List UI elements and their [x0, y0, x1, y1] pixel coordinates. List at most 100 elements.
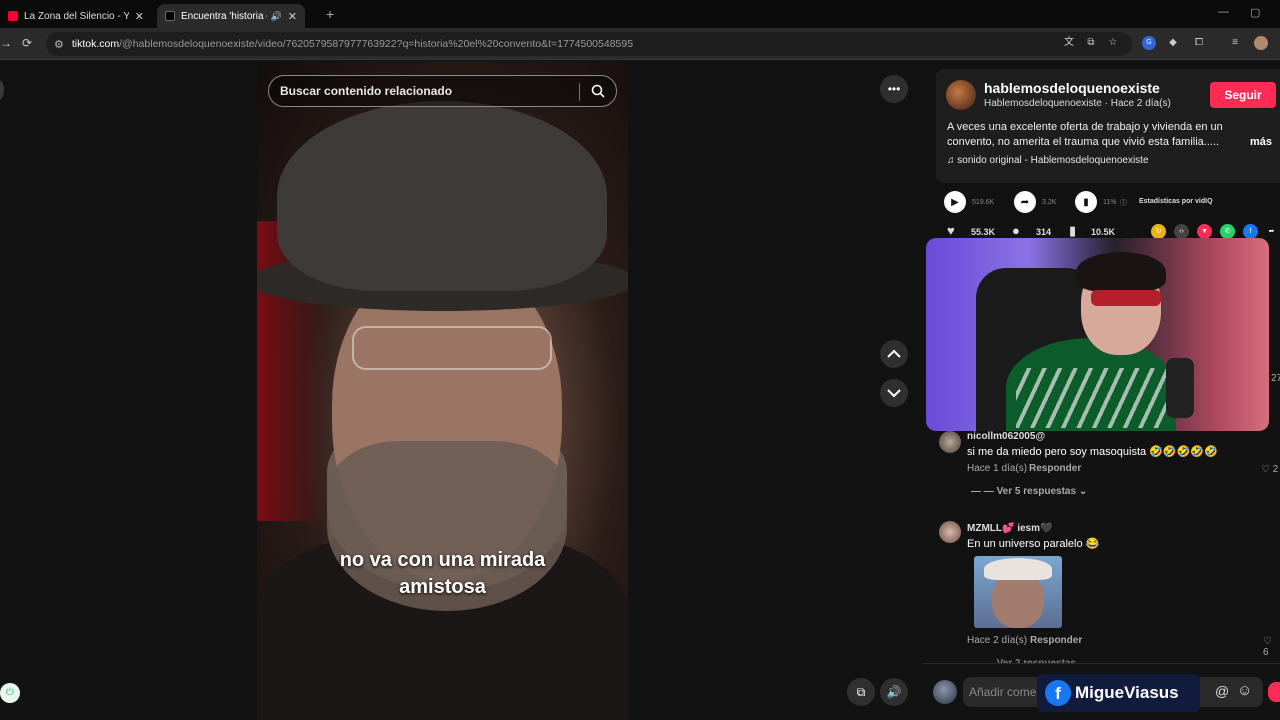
volume-icon[interactable]: 🔊 [880, 678, 908, 706]
comment-time: Hace 2 día(s) [967, 635, 1028, 646]
comment-icon[interactable]: ● [1012, 223, 1020, 238]
post-description: A veces una excelente oferta de trabajo … [947, 121, 1223, 148]
minimize-icon[interactable]: — [1218, 6, 1229, 18]
post-info-card: hablemosdeloquenoexiste Hablemosdeloquen… [936, 69, 1280, 183]
comment-image[interactable] [974, 556, 1062, 628]
follow-button[interactable]: Seguir [1210, 82, 1276, 108]
tab-youtube[interactable]: La Zona del Silencio - YouTube ✕ [0, 4, 152, 28]
shares-count: 3.2K [1042, 199, 1057, 206]
video-frame-glasses [352, 326, 552, 370]
view-replies-button[interactable]: — — Ver 5 respuestas ⌄ [971, 486, 1087, 497]
reply-button[interactable]: Responder [1030, 635, 1082, 646]
comment-avatar[interactable] [939, 521, 961, 543]
comment-image-face [992, 572, 1044, 628]
back-button[interactable] [0, 79, 4, 101]
vidiq-label: Estadísticas por vidIQ [1139, 198, 1213, 205]
comment-text: si me da miedo pero soy masoquista 🤣🤣🤣🤣🤣 [967, 446, 1218, 458]
extension-icon[interactable]: G [1142, 36, 1156, 50]
search-icon[interactable] [591, 84, 605, 98]
related-search-input[interactable]: Buscar contenido relacionado [268, 75, 617, 107]
close-icon[interactable]: ✕ [135, 10, 144, 23]
more-options-icon[interactable]: ••• [880, 75, 908, 103]
comment-like-count: 6 [1263, 647, 1269, 658]
comment-avatar[interactable] [939, 431, 961, 453]
comment-like-count: 2 [1272, 464, 1279, 475]
saves-count: 10.5K [1091, 227, 1116, 237]
repost-icon[interactable]: ↻ [1151, 224, 1166, 239]
previous-video-icon[interactable] [880, 340, 908, 368]
audio-icon[interactable]: 🔊 [271, 11, 282, 22]
info-icon[interactable]: ⓘ [1120, 198, 1127, 208]
play-icon[interactable]: ▶ [944, 191, 966, 213]
mention-icon[interactable]: @ [1215, 683, 1229, 699]
comment-time: Hace 1 día(s) [967, 463, 1028, 474]
forward-icon[interactable]: → [0, 36, 12, 50]
webcam-microphone [1166, 358, 1194, 418]
youtube-icon [8, 11, 18, 21]
puzzle-icon[interactable]: ⧠ [1192, 36, 1206, 50]
whatsapp-icon[interactable]: ✆ [1220, 224, 1235, 239]
tiktok-icon [165, 11, 175, 21]
comment-text: En un universo paralelo 😂 [967, 538, 1100, 550]
tab-title: Encuentra 'historia el convento' [181, 10, 267, 22]
tab-title: La Zona del Silencio - YouTube [24, 10, 129, 22]
embed-icon[interactable]: ‹› [1174, 224, 1189, 239]
url-host: tiktok.com [71, 38, 120, 50]
mini-player-icon[interactable]: ⧉ [847, 678, 875, 706]
address-bar[interactable]: ⚙ tiktok.com/@hablemosdeloquenoexiste/vi… [46, 32, 1132, 56]
facebook-icon: f [1045, 680, 1071, 706]
next-video-icon[interactable] [880, 379, 908, 407]
close-icon[interactable]: ✕ [288, 10, 297, 23]
send-icon[interactable]: ▼ [1197, 224, 1212, 239]
comments-count: 314 [1036, 227, 1052, 237]
translate-icon[interactable]: 文 [1062, 36, 1076, 50]
video-player[interactable]: no va con una mirada amistosa [257, 61, 628, 720]
search-divider [579, 83, 580, 101]
reply-button[interactable]: Responder [1029, 463, 1081, 474]
author-avatar[interactable] [946, 80, 976, 110]
profile-avatar[interactable] [1254, 36, 1268, 50]
sound-link[interactable]: ♫ sonido original - Hablemosdeloquenoexi… [947, 155, 1149, 166]
tiktok-page: no va con una mirada amistosa Buscar con… [0, 61, 1280, 720]
new-tab-button[interactable]: + [326, 6, 334, 22]
author-username[interactable]: hablemosdeloquenoexiste [984, 80, 1160, 96]
comment-username[interactable]: nicollm062005@ [967, 431, 1045, 442]
more-link[interactable]: más [1250, 136, 1272, 148]
facebook-overlay-badge: f MigueViasus [1037, 674, 1200, 712]
sound-title: sonido original - Hablemosdeloquenoexist… [957, 155, 1149, 166]
caption-line-1: no va con una mirada [339, 549, 546, 571]
browser-toolbar: → ⟳ ⚙ tiktok.com/@hablemosdeloquenoexist… [0, 28, 1280, 60]
status-icon[interactable]: ⏻ [0, 683, 20, 703]
music-note-icon: ♫ [947, 155, 958, 166]
heart-icon[interactable]: ♥ [947, 223, 955, 238]
comment-placeholder: Añadir come [969, 685, 1037, 699]
streamer-webcam-overlay [926, 238, 1269, 431]
post-comment-button[interactable] [1268, 682, 1280, 702]
comment-like-icon[interactable]: ♡ 2 [1261, 464, 1278, 475]
cast-icon[interactable]: ⧉ [1084, 36, 1098, 50]
author-subline: Hablemosdeloquenoexiste · Hace 2 día(s) [984, 98, 1171, 109]
bar-chart-icon[interactable]: ▮ [1075, 191, 1097, 213]
maximize-icon[interactable]: ▢ [1250, 6, 1260, 19]
tab-bar: La Zona del Silencio - YouTube ✕ Encuent… [0, 0, 1280, 28]
webcam-sunglasses [1091, 290, 1161, 306]
facebook-share-icon[interactable]: f [1243, 224, 1258, 239]
comment-like-icon[interactable]: ♡ 6 [1263, 636, 1280, 658]
comment-username[interactable]: MZMLL💕 iesm🖤 [967, 523, 1052, 534]
site-settings-icon[interactable]: ⚙ [54, 38, 64, 51]
overlay-name: MigueViasus [1075, 683, 1179, 702]
emoji-icon[interactable]: ☺ [1237, 682, 1252, 699]
more-share-icon[interactable]: ➦ [1264, 224, 1279, 239]
webcam-jacket-stripes [1016, 368, 1166, 428]
media-control-icon[interactable]: ≡ [1228, 36, 1242, 50]
tab-tiktok[interactable]: Encuentra 'historia el convento' 🔊 ✕ [157, 4, 305, 28]
comment-image-hat [984, 558, 1052, 580]
reload-icon[interactable]: ⟳ [22, 36, 32, 50]
likes-count: 55.3K [971, 227, 996, 237]
bookmark-icon[interactable]: ▮ [1069, 223, 1076, 239]
share-arrow-icon[interactable]: ➦ [1014, 191, 1036, 213]
bookmark-star-icon[interactable]: ☆ [1106, 36, 1120, 50]
video-frame-hat [277, 101, 607, 291]
percent-stat: 11% [1103, 199, 1117, 206]
extension-diamond-icon[interactable]: ◆ [1166, 36, 1180, 50]
